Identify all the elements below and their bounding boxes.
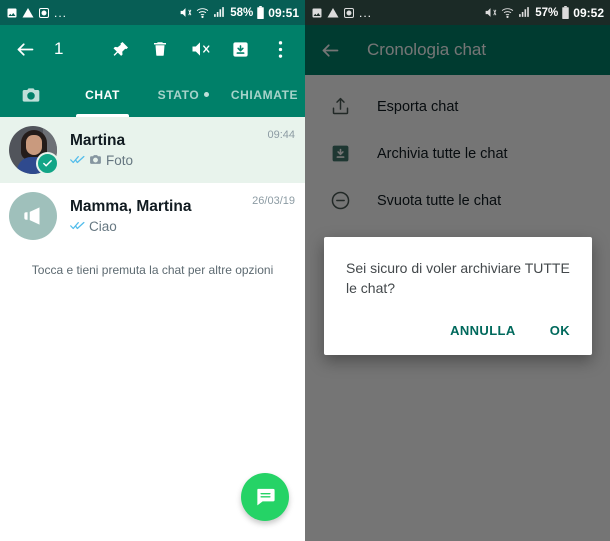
chat-item-name: Mamma, Martina	[70, 198, 192, 215]
chat-item-content: Mamma, Martina Ciao	[70, 197, 252, 235]
tab-camera[interactable]	[0, 73, 62, 117]
dialog-actions: ANNULLA OK	[324, 315, 592, 355]
status-bar-right-icons: 57% 09:52	[484, 6, 604, 20]
chat-list-item[interactable]: Martina Foto 09:44	[0, 117, 305, 183]
confirm-dialog: Sei sicuro di voler archiviare TUTTE le …	[324, 237, 592, 355]
dialog-message: Sei sicuro di voler archiviare TUTTE le …	[346, 260, 570, 296]
status-clock: 09:52	[573, 5, 604, 20]
status-overflow-dots: ...	[359, 5, 373, 20]
mute-icon	[179, 6, 192, 19]
status-bar-left-icons: ...	[6, 7, 67, 19]
chat-item-time: 09:44	[267, 129, 295, 141]
tab-chat[interactable]: CHAT	[62, 73, 143, 117]
chat-item-preview: Ciao	[89, 219, 117, 234]
screenshot-icon	[343, 7, 355, 19]
status-bar-right-icons: 58% 09:51	[179, 6, 299, 20]
battery-icon	[562, 6, 570, 19]
battery-percent: 58%	[230, 6, 254, 19]
tab-stato-dot	[204, 92, 210, 97]
chat-list: Martina Foto 09:44 Mamma, Martina Ciao 2…	[0, 117, 305, 277]
tab-chiamate-label: CHIAMATE	[230, 88, 299, 102]
dual-screenshot-container: ... 58% 09:51 1 CHAT STATO CHIAMATE Mart…	[0, 0, 610, 541]
image-icon	[6, 7, 18, 19]
wifi-icon	[501, 6, 514, 19]
screenshot-icon	[38, 7, 50, 19]
delete-button[interactable]	[143, 30, 177, 68]
left-phone-screen: ... 58% 09:51 1 CHAT STATO CHIAMATE Mart…	[0, 0, 305, 541]
chat-item-time: 26/03/19	[252, 195, 295, 207]
avatar	[9, 192, 57, 240]
cancel-button[interactable]: ANNULLA	[438, 315, 528, 346]
status-bar: ... 58% 09:51	[0, 0, 305, 25]
back-button[interactable]	[8, 30, 42, 68]
chat-item-content: Martina Foto	[70, 131, 267, 170]
tab-chiamate[interactable]: CHIAMATE	[224, 73, 305, 117]
chat-history-settings-screen: Cronologia chat Esporta chat Archivia tu…	[305, 25, 610, 541]
image-icon	[311, 7, 323, 19]
selection-toolbar: 1	[0, 25, 305, 73]
status-overflow-dots: ...	[54, 5, 68, 20]
chat-item-name: Martina	[70, 131, 126, 149]
camera-icon	[22, 88, 40, 102]
chat-item-preview: Foto	[106, 153, 134, 168]
double-check-icon	[70, 219, 85, 235]
new-chat-fab[interactable]	[241, 473, 289, 521]
avatar	[9, 126, 59, 175]
more-options-button[interactable]	[263, 30, 297, 68]
toolbar-actions	[103, 30, 297, 68]
battery-icon	[257, 6, 265, 19]
chat-bubble-icon	[256, 488, 275, 505]
chat-item-preview-row: Foto	[70, 153, 267, 170]
status-bar: ... 57% 09:52	[305, 0, 610, 25]
warning-icon	[327, 7, 339, 19]
camera-icon	[89, 153, 102, 170]
tab-chat-label: CHAT	[85, 88, 120, 102]
mute-button[interactable]	[183, 30, 217, 68]
battery-percent: 57%	[535, 6, 559, 19]
warning-icon	[22, 7, 34, 19]
signal-icon	[518, 6, 531, 19]
pin-button[interactable]	[103, 30, 137, 68]
avatar-broadcast	[9, 192, 57, 240]
mute-icon	[484, 6, 497, 19]
tab-stato-label: STATO	[157, 88, 200, 102]
tab-bar: CHAT STATO CHIAMATE	[0, 73, 305, 117]
selection-count: 1	[54, 39, 64, 58]
status-bar-left-icons: ...	[311, 7, 372, 19]
chat-item-preview-row: Ciao	[70, 219, 252, 235]
ok-button[interactable]: OK	[538, 315, 582, 346]
right-phone-screen: ... 57% 09:52 Sei sicuro di voler archiv…	[305, 0, 610, 541]
wifi-icon	[196, 6, 209, 19]
status-clock: 09:51	[268, 5, 299, 20]
signal-icon	[213, 6, 226, 19]
tab-stato[interactable]: STATO	[143, 73, 224, 117]
selected-check-badge	[36, 152, 59, 175]
double-check-icon	[70, 153, 85, 169]
chat-list-item[interactable]: Mamma, Martina Ciao 26/03/19	[0, 183, 305, 249]
archive-button[interactable]	[223, 30, 257, 68]
selection-hint: Tocca e tieni premuta la chat per altre …	[31, 263, 274, 277]
broadcast-icon	[24, 207, 40, 225]
